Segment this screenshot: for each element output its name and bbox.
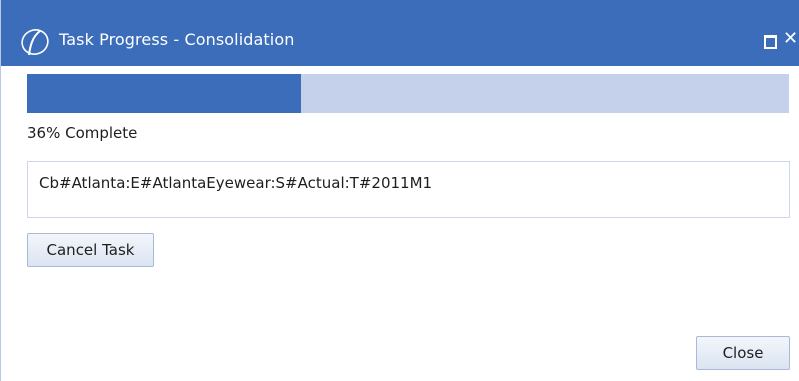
maximize-icon[interactable] <box>764 35 777 49</box>
window-title: Task Progress - Consolidation <box>59 30 295 49</box>
task-progress-dialog: Task Progress - Consolidation ✕ 36% Comp… <box>0 0 799 381</box>
title-bar[interactable]: Task Progress - Consolidation ✕ <box>1 0 799 66</box>
close-button[interactable]: Close <box>696 336 790 370</box>
cancel-task-button[interactable]: Cancel Task <box>27 233 154 267</box>
task-detail-box: Cb#Atlanta:E#AtlantaEyewear:S#Actual:T#2… <box>27 161 790 218</box>
app-logo-icon <box>21 29 49 56</box>
progress-status-text: 36% Complete <box>27 124 138 142</box>
task-detail-text: Cb#Atlanta:E#AtlantaEyewear:S#Actual:T#2… <box>39 174 433 192</box>
progress-bar-fill <box>27 74 301 113</box>
close-icon[interactable]: ✕ <box>783 27 798 51</box>
progress-bar <box>27 74 789 113</box>
